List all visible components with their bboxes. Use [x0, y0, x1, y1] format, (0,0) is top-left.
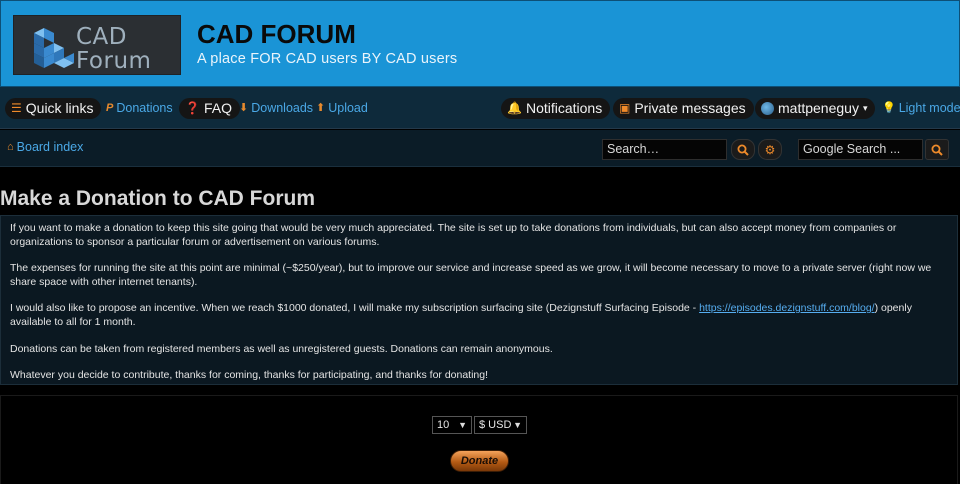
incentive-text-before: I would also like to propose an incentiv…	[10, 302, 700, 314]
avatar	[761, 102, 774, 115]
donations-label: Donations	[116, 101, 173, 115]
logo-line-1: CAD	[76, 24, 128, 50]
site-header: CAD Forum CAD FORUM A place FOR CAD user…	[0, 0, 960, 87]
lightbulb-icon: 💡	[882, 102, 896, 114]
cube-logo-icon	[34, 28, 74, 68]
advanced-search-button[interactable]: ⚙	[758, 139, 782, 160]
paragraph-incentive: I would also like to propose an incentiv…	[10, 302, 950, 329]
episodes-link[interactable]: https://episodes.dezignstuff.com/blog/	[699, 302, 875, 314]
inbox-icon: ▣	[619, 101, 631, 115]
upload-label: Upload	[328, 101, 368, 115]
upload-icon: ⬆	[316, 102, 326, 114]
board-index-label: Board index	[16, 140, 84, 154]
paragraph-donors: Donations can be taken from registered m…	[10, 343, 553, 355]
notifications-button[interactable]: 🔔 Notifications	[501, 98, 611, 119]
breadcrumb: ⌂ Board index Search… ⚙ Google Search ..…	[0, 130, 960, 167]
paragraph-thanks: Whatever you decide to contribute, thank…	[10, 369, 489, 381]
donations-link[interactable]: P Donations	[106, 100, 173, 116]
downloads-label: Downloads	[251, 101, 314, 115]
question-circle-icon: ❓	[185, 101, 200, 115]
bell-icon: 🔔	[507, 101, 522, 115]
logo-line-2: Forum	[76, 48, 152, 74]
amount-select[interactable]: 10 ▼	[432, 416, 472, 434]
site-logo[interactable]: CAD Forum	[13, 15, 181, 75]
search-icon	[931, 144, 943, 156]
site-title[interactable]: CAD FORUM	[197, 19, 356, 50]
upload-link[interactable]: ⬆ Upload	[316, 100, 368, 116]
google-search-button[interactable]	[925, 139, 949, 160]
username-label: mattpeneguy	[778, 100, 859, 116]
download-icon: ⬇	[239, 102, 249, 114]
donate-button[interactable]: Donate	[450, 450, 509, 472]
search-button[interactable]	[731, 139, 755, 160]
light-mode-toggle[interactable]: 💡 Light mode	[882, 100, 960, 116]
quick-links-label: Quick links	[25, 100, 94, 116]
faq-label: FAQ	[203, 100, 232, 116]
light-mode-label: Light mode	[898, 101, 960, 115]
paragraph-expenses: The expenses for running the site at thi…	[10, 262, 932, 288]
notifications-label: Notifications	[525, 100, 603, 116]
faq-button[interactable]: ❓ FAQ	[179, 98, 240, 119]
search-icon	[737, 144, 749, 156]
quick-links-button[interactable]: ☰ Quick links	[5, 98, 102, 119]
gear-icon: ⚙	[764, 142, 776, 157]
google-search-input[interactable]: Google Search ...	[798, 139, 923, 160]
user-menu-button[interactable]: mattpeneguy ▾	[755, 98, 876, 119]
paypal-icon: P	[106, 102, 114, 114]
hamburger-icon: ☰	[11, 101, 22, 115]
search-input[interactable]: Search…	[602, 139, 727, 160]
caret-down-icon: ▾	[862, 103, 868, 113]
chevron-down-icon: ▼	[513, 420, 522, 430]
currency-value: $ USD	[479, 419, 512, 431]
site-tagline: A place FOR CAD users BY CAD users	[197, 51, 458, 67]
home-icon: ⌂	[7, 141, 14, 153]
private-messages-label: Private messages	[634, 100, 746, 116]
page-title: Make a Donation to CAD Forum	[0, 187, 316, 210]
private-messages-button[interactable]: ▣ Private messages	[613, 98, 754, 119]
currency-select[interactable]: $ USD ▼	[474, 416, 527, 434]
chevron-down-icon: ▼	[458, 420, 467, 430]
amount-value: 10	[437, 419, 450, 431]
donation-info-panel: If you want to make a donation to keep t…	[0, 215, 958, 385]
downloads-link[interactable]: ⬇ Downloads	[239, 100, 313, 116]
nav-bar: ☰ Quick links P Donations ❓ FAQ ⬇ Downlo…	[0, 87, 960, 129]
board-index-link[interactable]: ⌂ Board index	[7, 140, 83, 154]
logo-wordmark: CAD Forum	[76, 25, 151, 73]
paragraph-intro: If you want to make a donation to keep t…	[10, 222, 897, 248]
